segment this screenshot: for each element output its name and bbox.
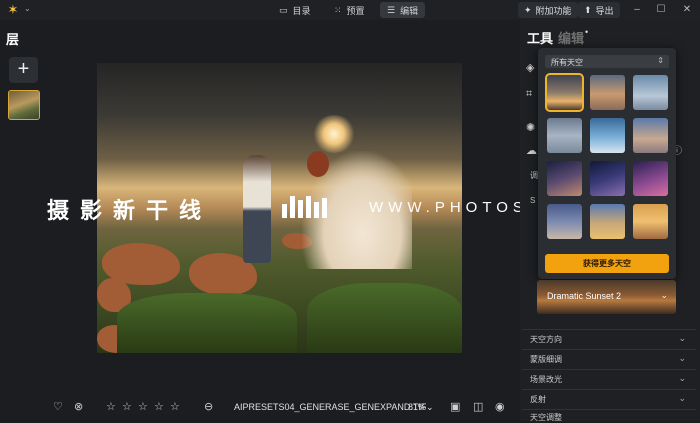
section-label-partial: S bbox=[530, 196, 536, 205]
sky-thumbnail[interactable] bbox=[633, 161, 668, 196]
sky-thumbnail[interactable] bbox=[633, 204, 668, 239]
sky-thumbnail[interactable] bbox=[590, 204, 625, 239]
sky-thumbnail[interactable] bbox=[590, 161, 625, 196]
zoom-value: 81% bbox=[408, 402, 427, 412]
sky-thumbnail[interactable] bbox=[633, 75, 668, 110]
layer-thumbnail[interactable] bbox=[8, 90, 40, 120]
tools-tab[interactable]: 工具 bbox=[527, 28, 553, 47]
tab-edit[interactable]: ☰ 编辑 bbox=[380, 2, 426, 18]
reject-icon[interactable]: ⊗ bbox=[74, 400, 83, 413]
chevron-down-icon: ⌄ bbox=[678, 393, 686, 403]
rating-star-2-icon[interactable]: ☆ bbox=[122, 400, 132, 413]
histogram-icon[interactable]: ▣ bbox=[450, 400, 460, 413]
section-label: 反射 bbox=[530, 395, 546, 404]
sky-thumbnail[interactable] bbox=[547, 161, 582, 196]
addons-label: 附加功能 bbox=[535, 5, 572, 16]
section-label: 天空方向 bbox=[530, 335, 562, 344]
close-icon[interactable]: ✕ bbox=[680, 3, 694, 17]
sparkle-tool-icon[interactable]: ✺ bbox=[526, 121, 535, 134]
preview-eye-icon[interactable]: ◉ bbox=[495, 400, 505, 413]
edit-tab[interactable]: 编辑 bbox=[558, 28, 584, 47]
sky-grid bbox=[545, 73, 671, 245]
zoom-dropdown[interactable]: 81%⌄ bbox=[408, 402, 434, 413]
tab-presets[interactable]: ⁙ 预置 bbox=[327, 2, 372, 18]
sky-category-value: 所有天空 bbox=[551, 58, 583, 67]
sky-preset-selector[interactable]: Dramatic Sunset 2 ⌄ bbox=[537, 280, 676, 314]
sky-thumbnail[interactable] bbox=[633, 118, 668, 153]
bride-hair bbox=[307, 151, 329, 177]
layers-icon[interactable]: ◈ bbox=[526, 61, 534, 74]
watermark-logo bbox=[282, 196, 332, 218]
rating-star-4-icon[interactable]: ☆ bbox=[154, 400, 164, 413]
tab-presets-label: 预置 bbox=[346, 5, 365, 16]
addons-button[interactable]: ✦ 附加功能 bbox=[518, 2, 578, 18]
export-label: 导出 bbox=[595, 5, 614, 16]
chevron-updown-icon: ⇕ bbox=[657, 56, 664, 65]
chevron-down-icon: ⌄ bbox=[678, 353, 686, 363]
groom-figure bbox=[243, 155, 271, 263]
add-layer-button[interactable]: + bbox=[9, 57, 38, 83]
tab-edit-label: 编辑 bbox=[400, 5, 419, 16]
heart-icon[interactable]: ♡ bbox=[53, 400, 63, 413]
sky-thumbnail[interactable] bbox=[590, 75, 625, 110]
layers-title: 层 bbox=[6, 32, 20, 47]
get-more-skies-button[interactable]: 获得更多天空 bbox=[545, 254, 669, 273]
chevron-down-icon: ⌄ bbox=[678, 373, 686, 383]
chevron-down-icon: ⌄ bbox=[660, 290, 668, 300]
grass bbox=[117, 293, 297, 353]
section-sky-adjustments[interactable]: 天空调整 bbox=[522, 409, 696, 422]
sky-thumbnail[interactable] bbox=[547, 118, 582, 153]
grass bbox=[307, 283, 462, 353]
app-menu-caret-icon[interactable]: ⌄ bbox=[24, 4, 31, 13]
section-label: 天空调整 bbox=[530, 413, 562, 422]
crop-icon[interactable]: ⌗ bbox=[526, 88, 532, 101]
sliders-icon: ☰ bbox=[387, 4, 396, 15]
section-relight-scene[interactable]: 场景改光 ⌄ bbox=[522, 369, 696, 389]
sky-category-select[interactable]: 所有天空 ⇕ bbox=[545, 55, 669, 68]
cloud-icon[interactable]: ☁ bbox=[526, 144, 537, 157]
sky-thumbnail[interactable] bbox=[590, 118, 625, 153]
section-mask-refinement[interactable]: 蒙版细调 ⌄ bbox=[522, 349, 696, 369]
app-logo-icon[interactable]: ✶ bbox=[6, 3, 20, 17]
compare-icon[interactable]: ◫ bbox=[473, 400, 483, 413]
sky-thumbnail[interactable] bbox=[547, 204, 582, 239]
folder-icon: ▭ bbox=[279, 4, 288, 15]
edit-indicator-dot: • bbox=[585, 27, 589, 37]
rating-star-3-icon[interactable]: ☆ bbox=[138, 400, 148, 413]
sparkle-icon: ✦ bbox=[524, 4, 532, 15]
section-label-partial: 调 bbox=[530, 171, 538, 180]
rating-star-5-icon[interactable]: ☆ bbox=[170, 400, 180, 413]
watermark-text: 摄影新干线 bbox=[47, 198, 213, 223]
filename-label: AIPRESETS04_GENERASE_GENEXPAND.TIF bbox=[234, 402, 427, 412]
maximize-icon[interactable]: ☐ bbox=[654, 3, 668, 17]
sky-thumbnail[interactable] bbox=[545, 73, 584, 112]
section-sky-orientation[interactable]: 天空方向 ⌄ bbox=[522, 329, 696, 349]
zoom-caret-icon: ⌄ bbox=[426, 402, 434, 412]
section-label: 场景改光 bbox=[530, 375, 562, 384]
rating-star-1-icon[interactable]: ☆ bbox=[106, 400, 116, 413]
tab-catalog-label: 目录 bbox=[292, 5, 311, 16]
export-icon: ⬆ bbox=[584, 4, 592, 15]
preset-name: Dramatic Sunset 2 bbox=[547, 291, 622, 301]
presets-icon: ⁙ bbox=[334, 4, 342, 15]
tab-catalog[interactable]: ▭ 目录 bbox=[272, 2, 318, 18]
export-button[interactable]: ⬆ 导出 bbox=[578, 2, 620, 18]
chevron-down-icon: ⌄ bbox=[678, 333, 686, 343]
minimize-icon[interactable]: – bbox=[630, 3, 644, 17]
zoom-out-icon[interactable]: ⊖ bbox=[204, 400, 213, 413]
section-reflection[interactable]: 反射 ⌄ bbox=[522, 389, 696, 409]
sun-glow bbox=[312, 115, 356, 153]
section-label: 蒙版细调 bbox=[530, 355, 562, 364]
